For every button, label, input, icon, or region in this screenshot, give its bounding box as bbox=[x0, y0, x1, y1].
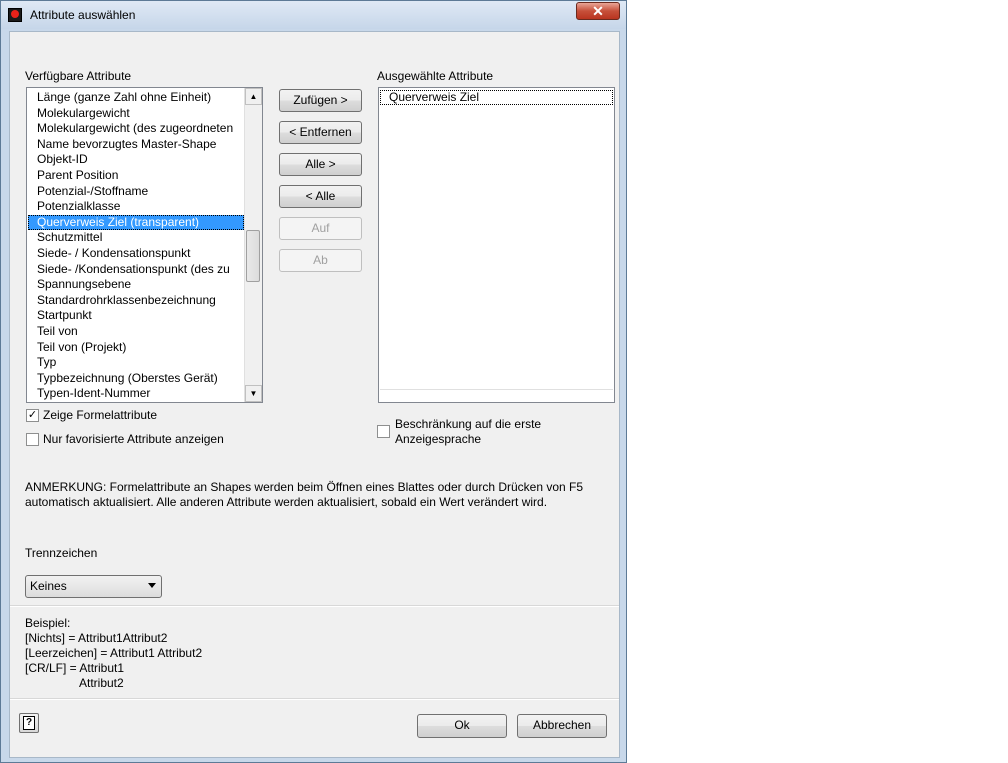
chevron-down-icon bbox=[148, 583, 156, 588]
title-bar[interactable]: Attribute auswählen ✕ bbox=[1, 1, 626, 29]
ok-button[interactable]: Ok bbox=[417, 714, 507, 738]
available-attribute-item[interactable]: Spannungsebene bbox=[37, 277, 131, 292]
available-attribute-item[interactable]: Standardrohrklassenbezeichnung bbox=[37, 293, 216, 308]
example-line-3: [CR/LF] = Attribut1 bbox=[25, 661, 125, 675]
available-attribute-item[interactable]: Parent Position bbox=[37, 168, 118, 183]
example-line-1: [Nichts] = Attribut1Attribut2 bbox=[25, 631, 168, 645]
selected-attribute-item[interactable]: Querverweis Ziel bbox=[380, 90, 613, 105]
selected-attributes-label: Ausgewählte Attribute bbox=[377, 69, 494, 83]
available-attributes-list[interactable]: ▲ ▼ Länge (ganze Zahl ohne Einheit) Molek… bbox=[26, 87, 263, 403]
available-attribute-item[interactable]: Typen-Ident-Nummer bbox=[37, 386, 150, 401]
window-title: Attribute auswählen bbox=[30, 8, 136, 22]
first-language-checkbox[interactable] bbox=[377, 425, 390, 438]
cancel-button[interactable]: Abbrechen bbox=[517, 714, 607, 738]
available-attribute-item[interactable]: Typ bbox=[37, 355, 56, 370]
first-language-label-line1: Beschränkung auf die erste bbox=[395, 417, 542, 431]
scrollbar-thumb[interactable] bbox=[246, 230, 260, 282]
add-all-button[interactable]: Alle > bbox=[279, 153, 362, 176]
move-up-button[interactable]: Auf bbox=[279, 217, 362, 240]
app-icon bbox=[8, 8, 22, 22]
available-attribute-item[interactable]: Typbezeichnung (Oberstes Gerät) bbox=[37, 371, 218, 386]
move-down-button[interactable]: Ab bbox=[279, 249, 362, 272]
available-attribute-item[interactable]: Schutzmittel bbox=[37, 230, 102, 245]
remove-button[interactable]: < Entfernen bbox=[279, 121, 362, 144]
available-attribute-item[interactable]: Name bevorzugtes Master-Shape bbox=[37, 137, 216, 152]
show-formula-label: Zeige Formelattribute bbox=[43, 408, 158, 422]
scroll-up-arrow-icon[interactable]: ▲ bbox=[245, 88, 262, 105]
favorites-only-checkbox[interactable] bbox=[26, 433, 39, 446]
show-formula-checkbox[interactable]: ✓ bbox=[26, 409, 39, 422]
available-attribute-item[interactable]: Siede- /Kondensationspunkt (des zu bbox=[37, 262, 230, 277]
add-button[interactable]: Zufügen > bbox=[279, 89, 362, 112]
available-attribute-item[interactable]: Startpunkt bbox=[37, 308, 92, 323]
help-button[interactable]: ? bbox=[19, 713, 39, 733]
remove-all-button[interactable]: < Alle bbox=[279, 185, 362, 208]
separator-dropdown[interactable]: Keines bbox=[25, 575, 162, 598]
available-attribute-item[interactable]: Teil von (Projekt) bbox=[37, 340, 126, 355]
horizontal-scrollbar[interactable] bbox=[380, 389, 613, 402]
dialog-window: Attribute auswählen ✕ Verfügbare Attribu… bbox=[0, 0, 627, 763]
example-line-4: Attribut2 bbox=[79, 676, 124, 690]
separator-value: Keines bbox=[30, 579, 67, 593]
favorites-only-label: Nur favorisierte Attribute anzeigen bbox=[43, 432, 224, 446]
available-attribute-item[interactable]: Siede- / Kondensationspunkt bbox=[37, 246, 190, 261]
divider bbox=[10, 698, 619, 700]
available-attribute-item[interactable]: Länge (ganze Zahl ohne Einheit) bbox=[37, 90, 211, 105]
available-attribute-item[interactable]: Teil von bbox=[37, 324, 78, 339]
selected-attributes-list[interactable]: Querverweis Ziel bbox=[378, 87, 615, 403]
available-list-scrollbar[interactable]: ▲ ▼ bbox=[244, 88, 262, 402]
available-attribute-item[interactable]: Molekulargewicht bbox=[37, 106, 130, 121]
first-language-label-line2: Anzeigesprache bbox=[395, 432, 482, 446]
checkmark-icon: ✓ bbox=[27, 409, 38, 421]
separator-label: Trennzeichen bbox=[25, 546, 98, 560]
help-icon: ? bbox=[23, 716, 35, 730]
note-line-1: ANMERKUNG: Formelattribute an Shapes wer… bbox=[25, 480, 584, 494]
divider bbox=[10, 605, 619, 607]
available-attribute-item[interactable]: Objekt-ID bbox=[37, 152, 88, 167]
note-line-2: automatisch aktualisiert. Alle anderen A… bbox=[25, 495, 548, 509]
available-attributes-label: Verfügbare Attribute bbox=[25, 69, 132, 83]
available-attribute-item[interactable]: Potenzial-/Stoffname bbox=[37, 184, 148, 199]
example-line-2: [Leerzeichen] = Attribut1 Attribut2 bbox=[25, 646, 203, 660]
available-attribute-item[interactable]: Querverweis Ziel (transparent) bbox=[28, 214, 244, 230]
example-title: Beispiel: bbox=[25, 616, 71, 630]
available-attribute-item[interactable]: Potenzialklasse bbox=[37, 199, 120, 214]
dialog-client: Verfügbare Attribute ▲ ▼ Länge (ganze Za… bbox=[9, 31, 620, 758]
available-attribute-item[interactable]: Molekulargewicht (des zugeordneten bbox=[37, 121, 233, 136]
close-button[interactable]: ✕ bbox=[576, 2, 620, 20]
scroll-down-arrow-icon[interactable]: ▼ bbox=[245, 385, 262, 402]
